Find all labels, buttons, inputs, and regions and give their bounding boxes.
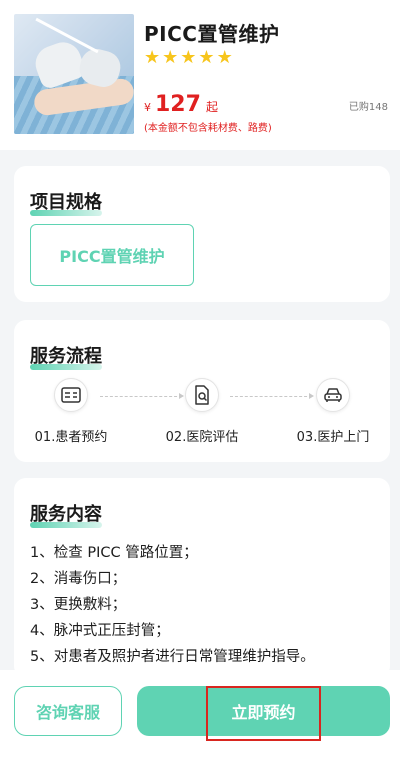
price-currency: ¥ [144, 101, 151, 114]
flow-title: 服务流程 [30, 342, 102, 370]
content-card: 服务内容 1、检查 PICC 管路位置； 2、消毒伤口； 3、更换敷料； 4、脉… [14, 478, 390, 678]
flow-step-2: 02.医院评估 [157, 378, 247, 445]
list-item: 1、检查 PICC 管路位置； [30, 545, 198, 561]
rating-stars: ★ ★ ★ ★ ★ [144, 49, 233, 67]
product-header: PICC置管维护 ★ ★ ★ ★ ★ ¥ 127 起 已购148 (本金额不包含… [0, 0, 400, 150]
product-title: PICC置管维护 [144, 22, 280, 46]
content-list: 1、检查 PICC 管路位置； 2、消毒伤口； 3、更换敷料； 4、脉冲式正压封… [30, 540, 315, 670]
price-note: (本金额不包含耗材费、路费) [144, 123, 272, 134]
content-title: 服务内容 [30, 500, 102, 528]
star-icon: ★ [180, 47, 197, 68]
document-search-icon [185, 378, 219, 412]
flow-step-label: 03.医护上门 [296, 430, 370, 445]
spec-title: 项目规格 [30, 188, 102, 216]
list-item: 4、脉冲式正压封管； [30, 623, 170, 639]
price-unit: 起 [205, 100, 218, 114]
list-item: 2、消毒伤口； [30, 571, 127, 587]
star-icon: ★ [198, 47, 215, 68]
star-icon: ★ [144, 47, 161, 68]
flow-step-3: 03.医护上门 [288, 378, 378, 445]
product-image[interactable] [14, 14, 134, 134]
price: ¥ 127 起 [144, 92, 218, 117]
flow-card: 服务流程 01.患者预约 02.医院评估 03.医护上门 [14, 320, 390, 462]
flow-step-label: 01.患者预约 [34, 430, 108, 445]
star-icon: ★ [162, 47, 179, 68]
sold-count: 已购148 [348, 102, 388, 113]
list-item: 5、对患者及照护者进行日常管理维护指导。 [30, 649, 315, 665]
bottom-action-bar: 咨询客服 立即预约 [0, 670, 400, 784]
service-detail-page: PICC置管维护 ★ ★ ★ ★ ★ ¥ 127 起 已购148 (本金额不包含… [0, 0, 400, 784]
id-card-icon [54, 378, 88, 412]
list-item: 3、更换敷料； [30, 597, 127, 613]
price-value: 127 [155, 92, 201, 117]
star-icon: ★ [216, 47, 233, 68]
consult-button[interactable]: 咨询客服 [14, 686, 122, 736]
car-icon [316, 378, 350, 412]
spec-option[interactable]: PICC置管维护 [30, 224, 194, 286]
flow-step-1: 01.患者预约 [26, 378, 116, 445]
spec-card: 项目规格 PICC置管维护 [14, 166, 390, 302]
flow-step-label: 02.医院评估 [165, 430, 239, 445]
book-now-button[interactable]: 立即预约 [137, 686, 390, 736]
